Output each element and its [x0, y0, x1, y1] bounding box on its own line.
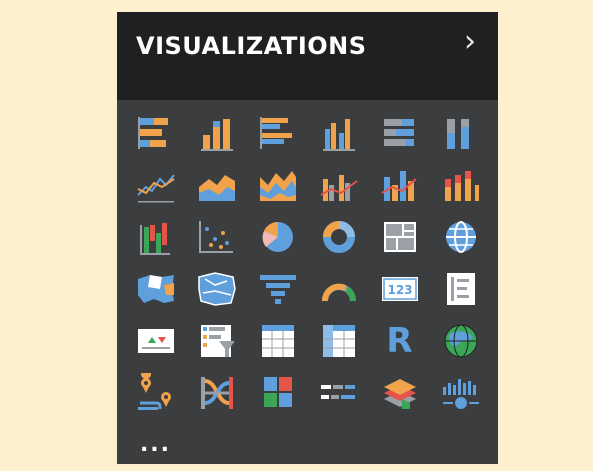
clustered-column-icon[interactable] — [308, 107, 369, 159]
gallery-row — [125, 107, 491, 159]
line-stacked-column-icon[interactable] — [369, 159, 430, 211]
stacked-area-icon[interactable] — [247, 159, 308, 211]
treemap-icon[interactable] — [369, 211, 430, 263]
visual-gallery: 123 R ... — [125, 107, 491, 471]
donut-icon[interactable] — [308, 211, 369, 263]
layers-icon[interactable] — [369, 367, 430, 419]
route-map-icon[interactable] — [125, 367, 186, 419]
bullet-chart-icon[interactable] — [308, 367, 369, 419]
gallery-row — [125, 211, 491, 263]
scatter-icon[interactable] — [186, 211, 247, 263]
100-stacked-column-icon[interactable] — [430, 107, 491, 159]
more-visuals-label: ... — [139, 432, 172, 457]
funnel-icon[interactable] — [247, 263, 308, 315]
line-clustered-column-icon[interactable] — [308, 159, 369, 211]
gallery-row: ... — [125, 419, 491, 471]
gallery-row — [125, 159, 491, 211]
sankey-icon[interactable] — [186, 367, 247, 419]
visualizations-pane: VISUALIZATIONS › 123 R ... — [117, 12, 498, 464]
gallery-row: 123 — [125, 263, 491, 315]
clustered-bar-icon[interactable] — [247, 107, 308, 159]
100-stacked-bar-icon[interactable] — [369, 107, 430, 159]
pie-icon[interactable] — [247, 211, 308, 263]
timeline-icon[interactable] — [430, 367, 491, 419]
gallery-row — [125, 367, 491, 419]
stacked-bar-icon[interactable] — [125, 107, 186, 159]
stacked-column-icon[interactable] — [186, 107, 247, 159]
arcgis-map-icon[interactable] — [430, 315, 491, 367]
gallery-row: R — [125, 315, 491, 367]
waterfall-icon[interactable] — [125, 211, 186, 263]
pane-header: VISUALIZATIONS › — [117, 12, 498, 100]
slicer-icon[interactable] — [186, 315, 247, 367]
r-visual-icon[interactable]: R — [369, 315, 430, 367]
kpi-icon[interactable] — [125, 315, 186, 367]
r-letter: R — [386, 321, 413, 361]
tiles-icon[interactable] — [247, 367, 308, 419]
more-visuals-icon[interactable]: ... — [125, 419, 186, 471]
pane-title: VISUALIZATIONS — [136, 32, 367, 60]
shape-map-icon[interactable] — [186, 263, 247, 315]
card-icon[interactable]: 123 — [369, 263, 430, 315]
card-number-text: 123 — [387, 283, 412, 297]
gauge-icon[interactable] — [308, 263, 369, 315]
multi-row-card-icon[interactable] — [430, 263, 491, 315]
filled-map-icon[interactable] — [125, 263, 186, 315]
collapse-chevron-icon[interactable]: › — [464, 27, 476, 57]
table-icon[interactable] — [247, 315, 308, 367]
area-chart-icon[interactable] — [186, 159, 247, 211]
globe-map-icon[interactable] — [430, 211, 491, 263]
line-chart-icon[interactable] — [125, 159, 186, 211]
ribbon-chart-icon[interactable] — [430, 159, 491, 211]
matrix-icon[interactable] — [308, 315, 369, 367]
